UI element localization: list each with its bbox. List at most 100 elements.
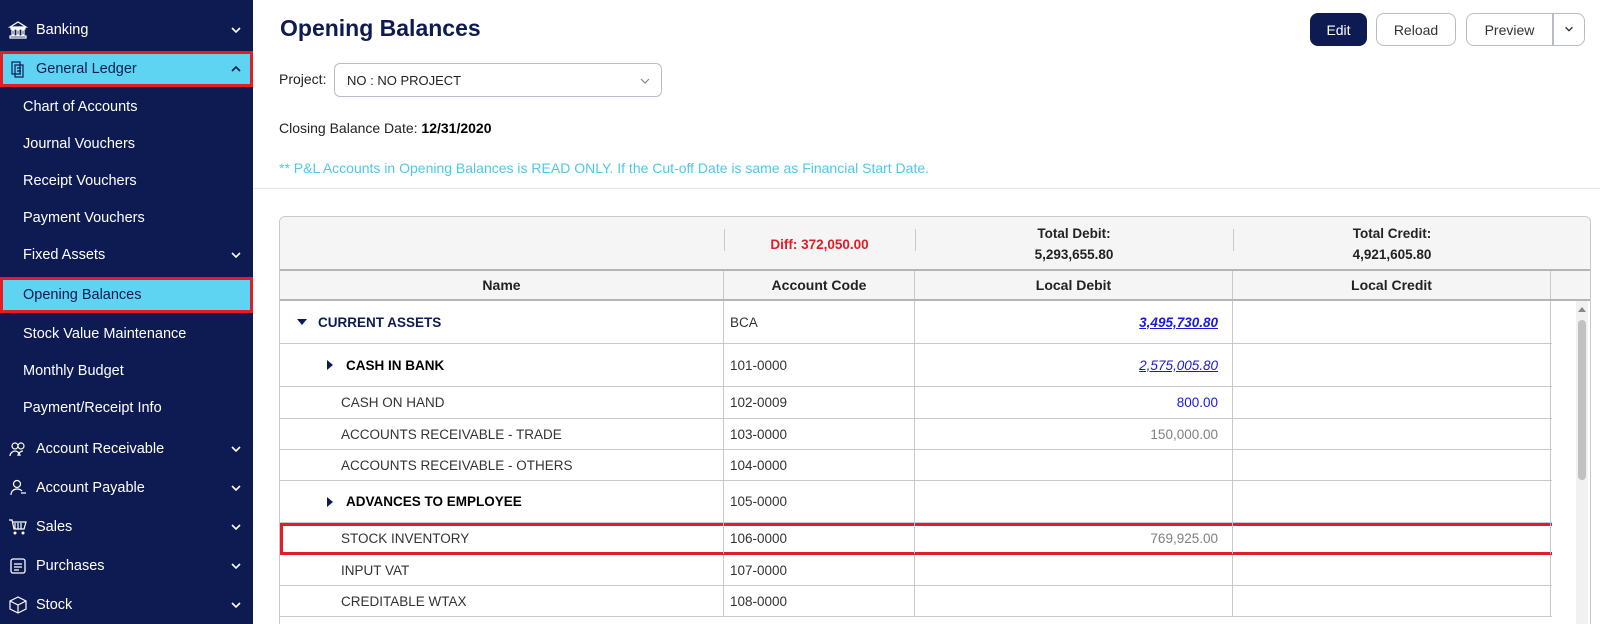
debit-value[interactable]: 2,575,005.80	[1139, 358, 1218, 373]
column-header-local-credit[interactable]: Local Credit	[1233, 271, 1551, 299]
sidebar-item-payment-receipt-info[interactable]: Payment/Receipt Info	[0, 390, 253, 426]
debit-cell[interactable]	[915, 586, 1233, 616]
debit-cell[interactable]: 769,925.00	[915, 523, 1233, 554]
table-row[interactable]: ACCOUNTS RECEIVABLE - TRADE 103-0000 150…	[280, 419, 1590, 450]
page-title: Opening Balances	[280, 15, 481, 41]
account-code: 106-0000	[724, 523, 915, 554]
credit-cell[interactable]	[1233, 301, 1551, 343]
sidebar-item-label: Payment Vouchers	[23, 210, 145, 226]
account-code: 108-0000	[724, 586, 915, 616]
sidebar-item-account-payable[interactable]: Account Payable	[0, 470, 253, 506]
credit-cell[interactable]	[1233, 344, 1551, 386]
credit-cell[interactable]	[1233, 387, 1551, 418]
table-row[interactable]: CREDITABLE WTAX 108-0000	[280, 586, 1590, 617]
caret-down-icon[interactable]	[296, 316, 308, 328]
preview-dropdown-button[interactable]	[1553, 13, 1585, 46]
sidebar-item-banking[interactable]: Banking	[0, 12, 253, 48]
column-header-name[interactable]: Name	[280, 271, 724, 299]
reload-button[interactable]: Reload	[1376, 13, 1456, 46]
chevron-down-icon	[1563, 22, 1575, 38]
table-row-highlighted[interactable]: STOCK INVENTORY 106-0000 769,925.00	[280, 523, 1590, 555]
sidebar-item-journal-vouchers[interactable]: Journal Vouchers	[0, 126, 253, 162]
sidebar-item-fixed-assets[interactable]: Fixed Assets	[0, 237, 253, 273]
table-row[interactable]: ACCOUNTS RECEIVABLE - OTHERS 104-0000	[280, 450, 1590, 481]
sidebar-item-sales[interactable]: Sales	[0, 509, 253, 545]
sidebar-item-opening-balances[interactable]: Opening Balances	[0, 277, 253, 313]
sidebar-item-payment-vouchers[interactable]: Payment Vouchers	[0, 200, 253, 236]
debit-value: 150,000.00	[1150, 426, 1218, 442]
chevron-down-icon	[229, 248, 243, 262]
table-row[interactable]: INPUT VAT 107-0000	[280, 555, 1590, 586]
total-credit-label: Total Credit:	[1352, 226, 1432, 241]
sidebar-item-stock-value-maintenance[interactable]: Stock Value Maintenance	[0, 316, 253, 352]
account-name: STOCK INVENTORY	[280, 523, 724, 554]
sidebar-item-label: Banking	[36, 22, 89, 38]
column-header-local-debit[interactable]: Local Debit	[915, 271, 1233, 299]
payable-icon	[8, 478, 28, 498]
caret-right-icon[interactable]	[324, 359, 336, 371]
purchases-icon	[8, 556, 28, 576]
sidebar-item-label: Payment/Receipt Info	[23, 400, 162, 416]
edit-button[interactable]: Edit	[1310, 13, 1367, 46]
sidebar-item-chart-of-accounts[interactable]: Chart of Accounts	[0, 89, 253, 125]
sidebar-item-purchases[interactable]: Purchases	[0, 548, 253, 584]
read-only-note: ** P&L Accounts in Opening Balances is R…	[279, 160, 930, 176]
box-icon	[8, 595, 28, 615]
ledger-icon	[8, 59, 28, 79]
account-name: CASH IN BANK	[346, 357, 445, 373]
chevron-down-icon	[229, 481, 243, 495]
cart-icon	[8, 517, 28, 537]
table-row[interactable]: CASH IN BANK 101-0000 2,575,005.80	[280, 344, 1590, 387]
debit-value[interactable]: 3,495,730.80	[1139, 315, 1218, 330]
sidebar: Banking General Ledger Chart of Accounts…	[0, 0, 253, 624]
main-content: Opening Balances Edit Reload Preview Pro…	[253, 0, 1600, 624]
debit-cell[interactable]: 800.00	[915, 387, 1233, 418]
credit-cell[interactable]	[1233, 450, 1551, 480]
preview-button[interactable]: Preview	[1466, 13, 1553, 46]
sidebar-item-receipt-vouchers[interactable]: Receipt Vouchers	[0, 163, 253, 199]
credit-cell[interactable]	[1233, 555, 1551, 585]
credit-cell[interactable]	[1233, 481, 1551, 522]
project-select[interactable]: NO : NO PROJECT	[334, 63, 662, 97]
credit-cell[interactable]	[1233, 523, 1551, 554]
account-name: ACCOUNTS RECEIVABLE - TRADE	[280, 419, 724, 449]
sidebar-item-label: Opening Balances	[23, 287, 142, 303]
debit-cell[interactable]: 2,575,005.80	[915, 344, 1233, 386]
debit-cell[interactable]	[915, 450, 1233, 480]
vertical-scrollbar[interactable]	[1552, 301, 1590, 624]
table-row[interactable]: CASH ON HAND 102-0009 800.00	[280, 387, 1590, 419]
account-name: CREDITABLE WTAX	[280, 586, 724, 616]
debit-value: 800.00	[1176, 395, 1218, 410]
sidebar-item-general-ledger[interactable]: General Ledger	[0, 51, 253, 87]
account-code: 103-0000	[724, 419, 915, 449]
scrollbar-thumb[interactable]	[1578, 320, 1586, 480]
sidebar-item-label: Journal Vouchers	[23, 136, 136, 152]
chevron-down-icon	[229, 442, 243, 456]
debit-cell[interactable]	[915, 555, 1233, 585]
debit-cell[interactable]: 150,000.00	[915, 419, 1233, 449]
debit-cell[interactable]: 3,495,730.80	[915, 301, 1233, 343]
credit-cell[interactable]	[1233, 419, 1551, 449]
account-code: BCA	[724, 301, 915, 343]
sidebar-item-label: General Ledger	[36, 61, 137, 77]
account-name: ACCOUNTS RECEIVABLE - OTHERS	[280, 450, 724, 480]
table-row[interactable]: ADVANCES TO EMPLOYEE 105-0000	[280, 481, 1590, 523]
debit-cell[interactable]	[915, 481, 1233, 522]
name-cell: CURRENT ASSETS	[280, 301, 724, 343]
sidebar-item-label: Sales	[36, 519, 73, 535]
account-code: 104-0000	[724, 450, 915, 480]
column-header-account-code[interactable]: Account Code	[724, 271, 915, 299]
table-row[interactable]: CURRENT ASSETS BCA 3,495,730.80	[280, 301, 1590, 344]
credit-cell[interactable]	[1233, 586, 1551, 616]
sidebar-item-label: Stock	[36, 597, 73, 613]
total-debit-label: Total Debit:	[1037, 226, 1111, 241]
sidebar-item-account-receivable[interactable]: Account Receivable	[0, 431, 253, 467]
sidebar-item-label: Monthly Budget	[23, 363, 124, 379]
sidebar-item-monthly-budget[interactable]: Monthly Budget	[0, 353, 253, 389]
caret-right-icon[interactable]	[324, 496, 336, 508]
sidebar-item-stock[interactable]: Stock	[0, 587, 253, 623]
total-debit-value: 5,293,655.80	[1034, 247, 1114, 262]
scroll-up-arrow-icon[interactable]	[1577, 305, 1587, 313]
diff-value: Diff: 372,050.00	[770, 236, 869, 252]
closing-date-value: 12/31/2020	[421, 120, 492, 136]
